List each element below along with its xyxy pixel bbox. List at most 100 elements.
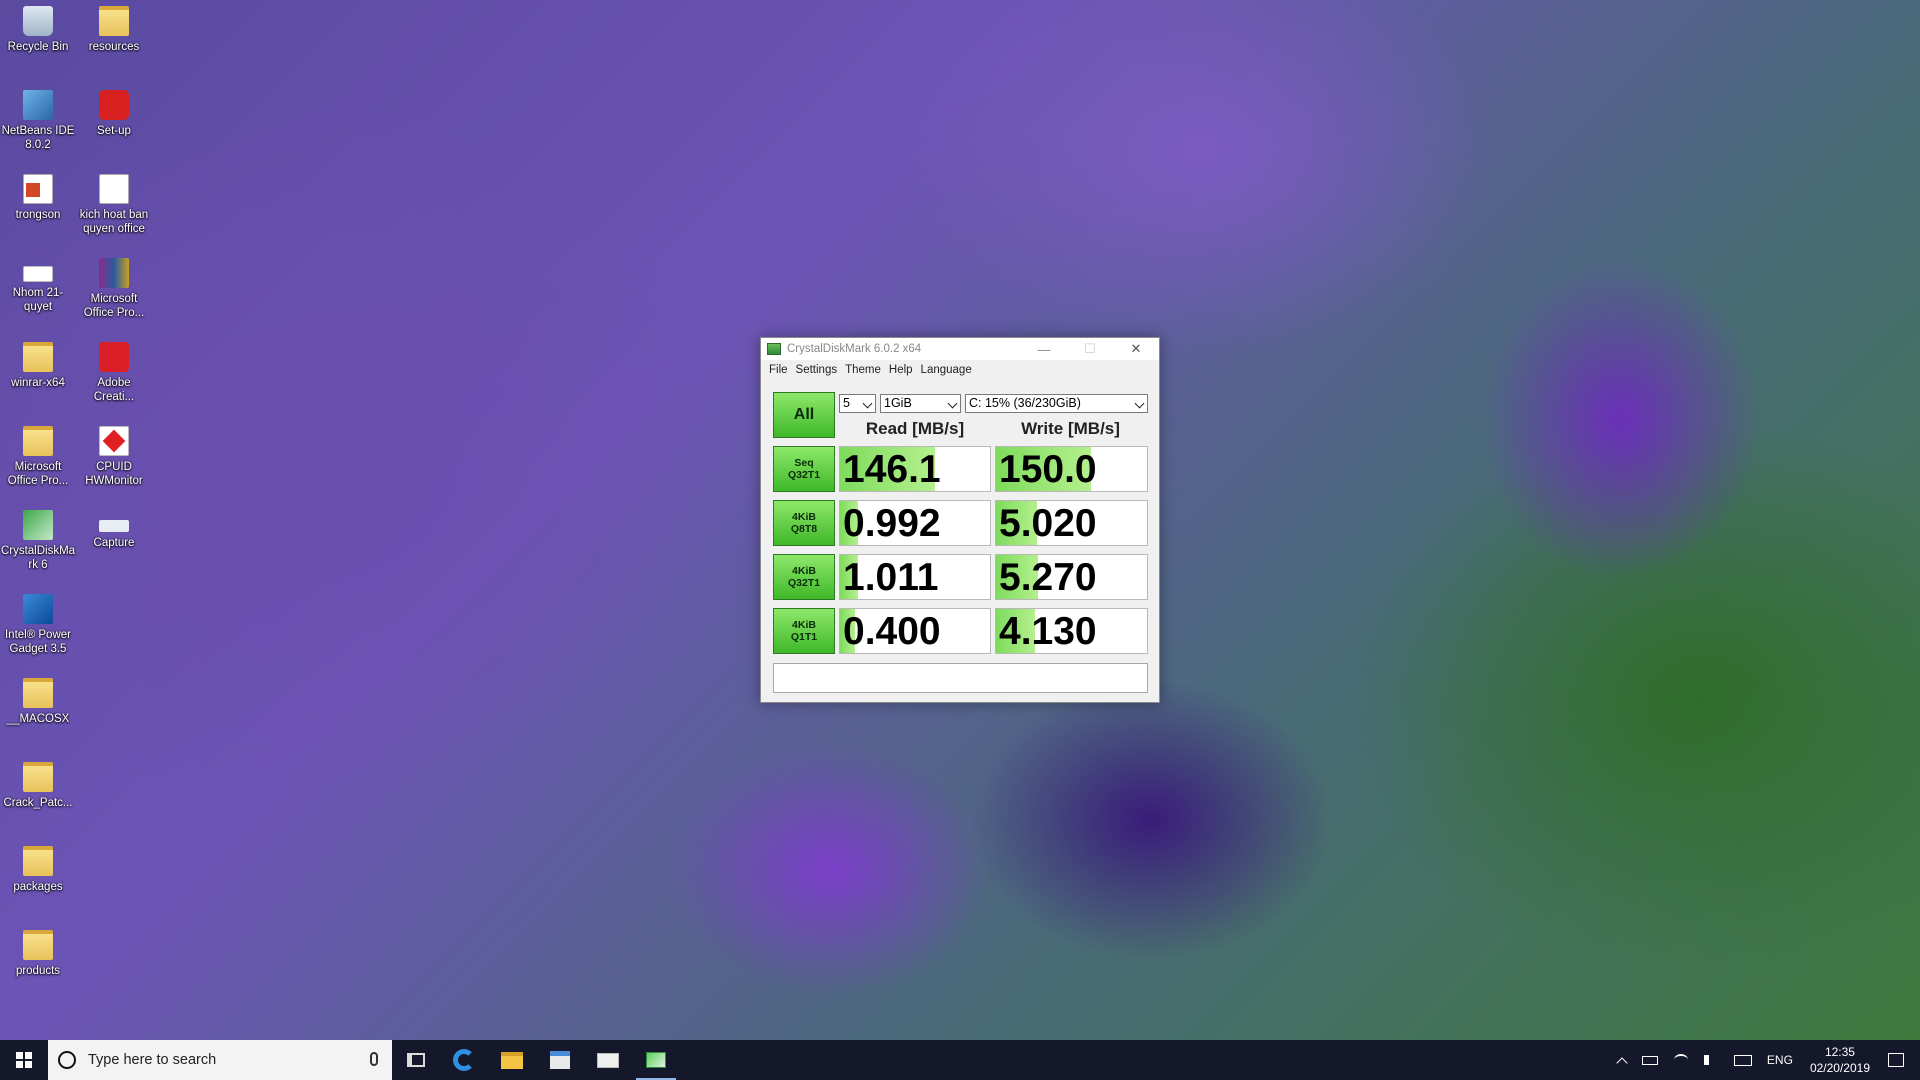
action-center-icon[interactable] <box>1888 1053 1904 1067</box>
read-speed-value: 1.011 <box>843 556 939 599</box>
desktop-icon[interactable]: CPUID HWMonitor <box>76 420 152 488</box>
read-result-cell: 1.011 <box>839 554 991 600</box>
test-name: 4KiB <box>792 565 816 577</box>
edge-button[interactable] <box>440 1040 488 1080</box>
comment-field[interactable] <box>773 663 1148 693</box>
system-tray: ENG 12:35 02/20/2019 <box>1610 1040 1920 1080</box>
desktop-icon[interactable]: Capture <box>76 504 152 550</box>
test-queue-thread: Q32T1 <box>787 577 821 589</box>
test-queue-thread: Q32T1 <box>787 469 821 481</box>
input-language[interactable]: ENG <box>1767 1053 1793 1067</box>
winrar-archive-icon <box>99 258 129 288</box>
desktop-icon[interactable]: NetBeans IDE 8.0.2 <box>0 84 76 152</box>
desktop-icon[interactable]: Microsoft Office Pro... <box>76 252 152 320</box>
folder-icon <box>23 426 53 456</box>
desktop-icon[interactable]: Microsoft Office Pro... <box>0 420 76 488</box>
desktop-icon-label: kich hoat ban quyen office <box>79 209 149 235</box>
desktop-icon-label: winrar-x64 <box>11 377 65 389</box>
menu-settings[interactable]: Settings <box>792 364 842 376</box>
desktop-icon[interactable]: __MACOSX <box>0 672 76 726</box>
microphone-icon[interactable] <box>370 1052 378 1066</box>
test-name: 4KiB <box>792 511 816 523</box>
network-icon[interactable] <box>1673 1054 1688 1066</box>
desktop-icon[interactable]: CrystalDiskMark 6 <box>0 504 76 572</box>
write-result-cell: 5.270 <box>995 554 1148 600</box>
read-speed-value: 146.1 <box>843 448 941 491</box>
run-test-button[interactable]: 4KiB Q8T8 <box>773 500 835 546</box>
desktop-icon-label: Set-up <box>97 125 131 137</box>
run-all-button[interactable]: All <box>773 392 835 438</box>
menu-help[interactable]: Help <box>885 364 917 376</box>
folder-icon <box>23 762 53 792</box>
desktop-icon[interactable]: Recycle Bin <box>0 0 76 54</box>
desktop-icon[interactable]: Set-up <box>76 84 152 138</box>
desktop-icon[interactable]: trongson <box>0 168 76 222</box>
test-size-select[interactable]: 1GiB <box>880 394 961 413</box>
desktop-icon[interactable]: Intel® Power Gadget 3.5 <box>0 588 76 656</box>
desktop-icon[interactable]: resources <box>76 0 152 54</box>
drive-select[interactable]: C: 15% (36/230GiB) <box>965 394 1148 413</box>
run-test-button[interactable]: 4KiB Q1T1 <box>773 608 835 654</box>
menu-theme[interactable]: Theme <box>841 364 885 376</box>
write-result-cell: 150.0 <box>995 446 1148 492</box>
start-button[interactable] <box>0 1040 48 1080</box>
battery-icon[interactable] <box>1641 1055 1658 1065</box>
volume-muted-icon[interactable] <box>1703 1055 1718 1065</box>
file-explorer-icon <box>501 1051 523 1069</box>
store-icon <box>550 1051 570 1069</box>
run-test-button[interactable]: 4KiB Q32T1 <box>773 554 835 600</box>
show-hidden-icons-chevron-icon[interactable] <box>1616 1057 1628 1069</box>
title-bar[interactable]: CrystalDiskMark 6.0.2 x64 — ☐ ✕ <box>761 338 1159 360</box>
write-result-cell: 5.020 <box>995 500 1148 546</box>
crystaldiskmark-window: CrystalDiskMark 6.0.2 x64 — ☐ ✕ File Set… <box>760 337 1160 703</box>
window-title: CrystalDiskMark 6.0.2 x64 <box>787 343 922 355</box>
folder-icon <box>23 846 53 876</box>
task-view-icon <box>407 1053 425 1067</box>
desktop-icon[interactable]: products <box>0 924 76 978</box>
menu-bar: File Settings Theme Help Language <box>761 360 1159 380</box>
read-speed-value: 0.400 <box>843 610 941 653</box>
adobe-icon <box>99 342 129 372</box>
taskbar-search[interactable]: Type here to search <box>48 1040 392 1080</box>
desktop-icon[interactable]: Nhom 21-quyet <box>0 252 76 314</box>
desktop-icon-label: packages <box>13 881 63 893</box>
read-result-cell: 0.992 <box>839 500 991 546</box>
minimize-button[interactable]: — <box>1021 338 1067 360</box>
test-queue-thread: Q8T8 <box>790 523 818 535</box>
close-button[interactable]: ✕ <box>1113 338 1159 360</box>
test-count-select[interactable]: 5 <box>839 394 876 413</box>
windows-logo-icon <box>16 1052 32 1068</box>
clock[interactable]: 12:35 02/20/2019 <box>1810 1044 1870 1076</box>
document-icon <box>23 266 53 282</box>
desktop-icon[interactable]: packages <box>0 840 76 894</box>
task-view-button[interactable] <box>392 1040 440 1080</box>
clock-time: 12:35 <box>1824 1045 1855 1059</box>
desktop-icon[interactable]: Crack_Patc... <box>0 756 76 810</box>
read-speed-value: 0.992 <box>843 502 941 545</box>
menu-language[interactable]: Language <box>917 364 976 376</box>
menu-file[interactable]: File <box>765 364 792 376</box>
write-speed-value: 5.270 <box>999 556 1097 599</box>
maximize-button[interactable]: ☐ <box>1067 338 1113 360</box>
recycle-bin-icon <box>23 6 53 36</box>
store-button[interactable] <box>536 1040 584 1080</box>
test-name: Seq <box>794 457 814 469</box>
desktop-icon-label: Microsoft Office Pro... <box>83 293 145 319</box>
desktop-icon[interactable]: Adobe Creati... <box>76 336 152 404</box>
desktop-icon-label: NetBeans IDE 8.0.2 <box>1 125 75 151</box>
folder-icon <box>23 678 53 708</box>
desktop-icon[interactable]: winrar-x64 <box>0 336 76 390</box>
mail-button[interactable] <box>584 1040 632 1080</box>
powerpoint-icon <box>23 174 53 204</box>
file-explorer-button[interactable] <box>488 1040 536 1080</box>
crystaldiskmark-taskbar-button[interactable] <box>632 1040 680 1080</box>
mail-icon <box>597 1052 619 1068</box>
desktop-icon-label: Crack_Patc... <box>3 797 73 809</box>
desktop-icon-label: Intel® Power Gadget 3.5 <box>4 629 71 655</box>
desktop-icon-label: Adobe Creati... <box>93 377 135 403</box>
read-result-cell: 146.1 <box>839 446 991 492</box>
touch-keyboard-icon[interactable] <box>1733 1054 1752 1066</box>
run-test-button[interactable]: Seq Q32T1 <box>773 446 835 492</box>
taskbar: Type here to search ENG 12:35 02/20/2019 <box>0 1040 1920 1080</box>
desktop-icon[interactable]: kich hoat ban quyen office <box>76 168 152 236</box>
